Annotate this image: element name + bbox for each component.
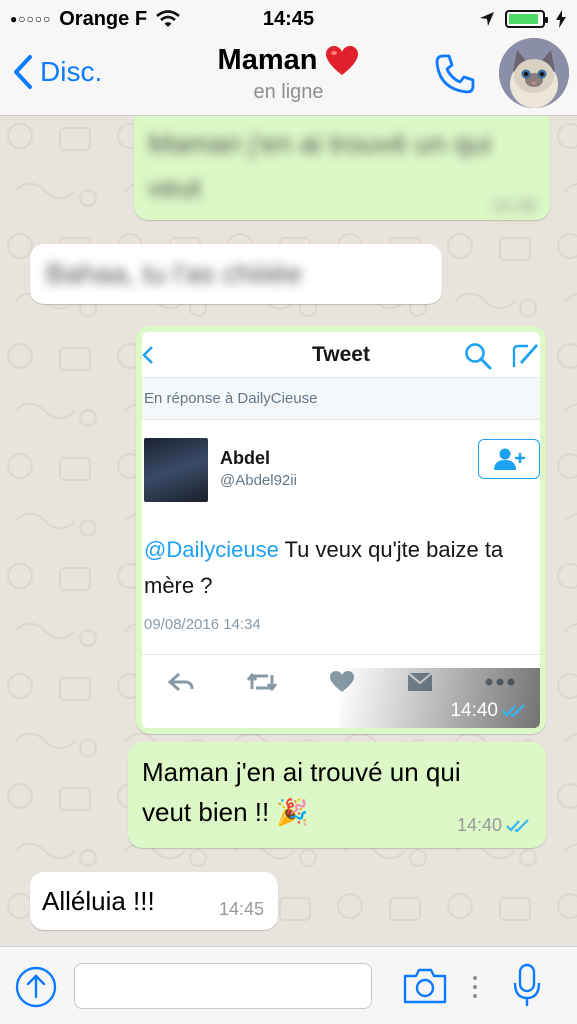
message-time: 14:45 <box>218 899 264 919</box>
add-user-icon <box>494 448 525 470</box>
share-upload-icon[interactable] <box>14 965 58 1009</box>
tweet-header: Tweet <box>142 332 540 378</box>
double-check-icon <box>502 704 525 718</box>
message-bubble-outgoing[interactable]: Maman j'en ai trouvé un qui veut 14:38 <box>134 116 550 220</box>
microphone-icon[interactable] <box>512 963 542 1009</box>
tweet-author: Abdel @Abdel92ii <box>142 436 540 506</box>
tweet-reply-context: En réponse à DailyCieuse <box>142 378 540 420</box>
message-text: Bahaa, tu l'as chiiiée <box>46 258 302 289</box>
tweet-author-avatar <box>144 438 208 502</box>
message-input[interactable] <box>74 963 372 1009</box>
chat-header: Disc. Maman en ligne <box>0 38 577 116</box>
chevron-left-icon <box>142 346 153 364</box>
double-check-icon <box>506 818 529 832</box>
clock: 14:45 <box>262 7 315 30</box>
tweet-title: Tweet <box>312 342 370 366</box>
contact-status: en ligne <box>253 81 324 103</box>
tweet-author-handle: @Abdel92ii <box>220 472 297 489</box>
charging-icon <box>556 10 566 28</box>
tweet-screenshot[interactable]: Tweet En réponse à DailyCieuse Abdel @Ab… <box>142 332 540 728</box>
message-line-1: Maman j'en ai trouvé un qui <box>142 757 461 787</box>
tweet-text: @Dailycieuse Tu veux qu'jte baize ta mèr… <box>144 532 534 604</box>
message-time: 14:38 <box>490 196 536 216</box>
tweet-date: 09/08/2016 14:34 <box>144 616 261 633</box>
more-vertical-icon[interactable] <box>472 975 478 999</box>
wifi-icon <box>156 10 180 27</box>
reply-icon <box>168 672 194 691</box>
compose-icon <box>512 344 538 367</box>
carrier-name: Orange F <box>59 7 148 30</box>
message-bubble-incoming[interactable]: Bahaa, tu l'as chiiiée <box>30 244 442 304</box>
message-time-text: 14:40 <box>450 700 498 721</box>
message-bubble-incoming[interactable]: Alléluia !!! 14:45 <box>30 872 278 930</box>
message-text: Alléluia !!! <box>42 886 155 916</box>
camera-icon[interactable] <box>402 967 448 1005</box>
message-time-text: 14:40 <box>456 815 502 835</box>
cat-avatar-image <box>499 38 569 108</box>
chat-area[interactable]: Maman j'en ai trouvé un qui veut 14:38 B… <box>0 116 577 946</box>
search-icon <box>465 343 492 370</box>
tweet-author-name: Abdel <box>220 448 271 468</box>
message-time: 14:40 <box>450 700 528 722</box>
location-arrow-icon <box>480 12 494 26</box>
contact-name: Maman <box>217 44 318 76</box>
retweet-icon <box>247 672 278 691</box>
status-bar: ●○○○○ Orange F 14:45 <box>0 0 577 38</box>
contact-info[interactable]: Maman en ligne <box>0 44 577 104</box>
contact-avatar[interactable] <box>499 38 569 108</box>
message-input-bar <box>0 946 577 1024</box>
signal-strength: ●○○○○ <box>10 12 52 26</box>
heart-icon <box>326 45 359 75</box>
tweet-mention: @Dailycieuse <box>144 537 279 562</box>
message-time: 14:40 <box>457 815 532 836</box>
message-bubble-outgoing[interactable]: Maman j'en ai trouvé un qui veut bien !!… <box>128 742 546 848</box>
message-text: Maman j'en ai trouvé un qui veut <box>148 128 492 203</box>
follow-button <box>478 439 540 479</box>
battery-icon <box>505 10 548 28</box>
phone-icon[interactable] <box>433 52 477 96</box>
